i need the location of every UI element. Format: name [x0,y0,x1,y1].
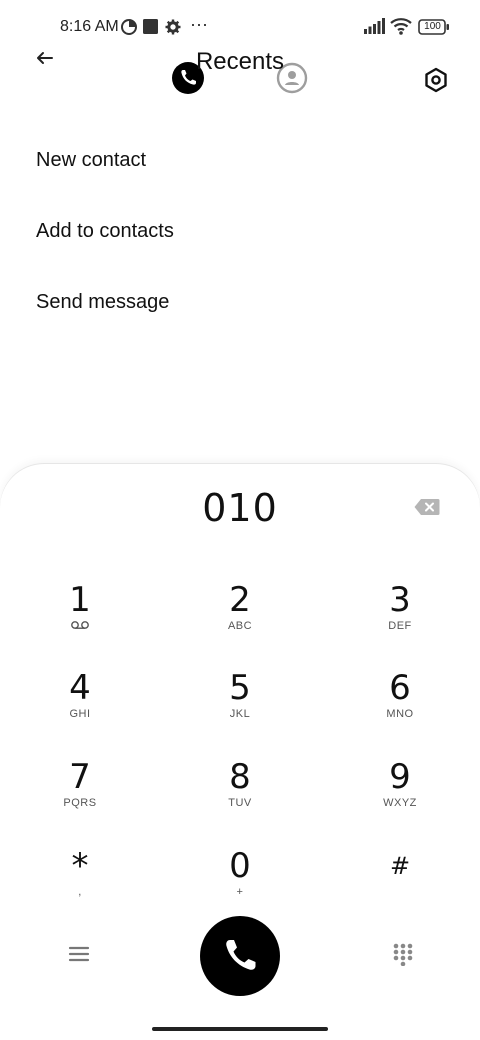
voicemail-icon [10,620,150,633]
backspace-button[interactable] [414,498,440,516]
key-letters: MNO [386,708,414,720]
key-letters: + [236,886,244,898]
settings-gear-icon [165,19,181,40]
settings-button[interactable] [422,66,450,94]
notification-square-icon [143,19,158,39]
key-9[interactable]: 9 WXYZ [330,759,470,839]
key-digit: # [389,852,411,880]
key-6[interactable]: 6 MNO [330,670,470,750]
key-digit: * [71,846,89,886]
battery-icon: 100 [418,19,450,35]
key-7[interactable]: 7 PQRS [10,759,150,839]
key-letters: WXYZ [383,797,417,809]
signal-icon [364,18,386,39]
call-button[interactable] [200,916,280,996]
key-4[interactable]: 4 GHI [10,670,150,750]
key-digit: 6 [389,668,411,708]
battery-level: 100 [424,21,441,32]
wifi-icon [390,17,412,40]
key-letters: DEF [388,620,412,632]
call-phone-icon [226,940,256,970]
key-digit: 7 [69,757,91,797]
key-star[interactable]: * , [10,848,150,928]
key-letters: GHI [69,708,91,720]
key-5[interactable]: 5 JKL [170,670,310,750]
key-digit: 1 [69,580,91,620]
more-notifications-icon: ··· [190,14,208,34]
key-letters: PQRS [63,797,97,809]
key-digit: 5 [229,668,251,708]
dialpad-grid-icon [393,943,413,967]
key-letters: TUV [228,797,252,809]
key-hash[interactable]: # [330,848,470,928]
backspace-icon [414,499,440,515]
hamburger-menu-icon [68,946,90,962]
data-saver-icon [121,19,137,40]
key-letters: JKL [229,708,251,720]
dialed-number: 010 [202,486,278,530]
dialpad-panel: 010 1 2 ABC 3 DEF 4 GHI 5 JKL 6 MNO 7 PQ… [0,464,480,1040]
new-contact-action[interactable]: New contact [36,149,146,172]
key-digit: 3 [389,580,411,620]
add-to-contacts-action[interactable]: Add to contacts [36,220,174,243]
key-digit: 8 [229,757,251,797]
key-2[interactable]: 2 ABC [170,582,310,662]
send-message-action[interactable]: Send message [36,291,169,314]
key-digit: 2 [229,580,251,620]
page-title: Recents [195,48,285,75]
header: Recents [0,40,480,100]
home-indicator[interactable] [152,1027,328,1031]
key-letters: , [78,886,82,898]
keypad-toggle-button[interactable] [392,942,414,967]
key-3[interactable]: 3 DEF [330,582,470,662]
status-time: 8:16 AM [60,18,119,35]
key-digit: 9 [389,757,411,797]
key-8[interactable]: 8 TUV [170,759,310,839]
key-digit: 4 [69,668,91,708]
settings-hexagon-icon [425,67,447,93]
key-1[interactable]: 1 [10,582,150,662]
key-digit: 0 [229,846,251,886]
key-letters: ABC [227,620,253,632]
menu-button[interactable] [66,944,92,964]
